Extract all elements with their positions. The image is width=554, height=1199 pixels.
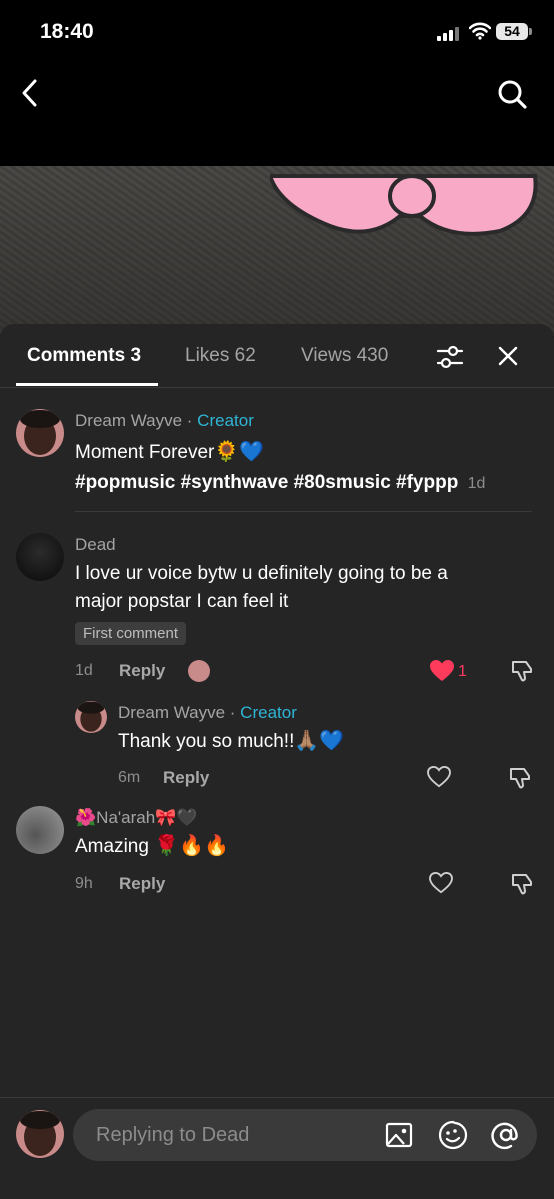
sticker-icon[interactable] [438, 1120, 468, 1150]
wifi-icon [469, 22, 491, 40]
tab-comments[interactable]: Comments 3 [27, 345, 141, 367]
emoji: 🌺 [75, 808, 97, 827]
thumbs-down-icon[interactable] [510, 872, 534, 896]
thumbs-down-icon[interactable] [508, 766, 532, 790]
emoji: 🌹🔥🔥 [154, 835, 229, 857]
comment-time: 9h [75, 875, 93, 892]
thumbs-down-icon[interactable] [510, 659, 534, 683]
image-icon[interactable] [385, 1121, 413, 1149]
author-name[interactable]: Dream Wayve [118, 703, 225, 722]
video-preview[interactable] [0, 166, 554, 336]
emoji: 🙏🏽💙 [294, 730, 345, 752]
like-count: 1 [458, 663, 467, 680]
comment-text-line: major popstar I can feel it [75, 591, 289, 612]
tab-views[interactable]: Views 430 [301, 345, 388, 367]
cellular-signal-icon [437, 27, 459, 41]
comment-text-line: I love ur voice bytw u definitely going … [75, 563, 448, 584]
comment-line: Moment Forever [75, 442, 215, 463]
creator-liked-avatar [188, 660, 210, 682]
creator-label: Creator [197, 411, 254, 430]
reply-time: 6m [118, 769, 141, 786]
at-sign-icon[interactable] [491, 1120, 521, 1150]
separator-dot: · [225, 703, 241, 722]
comment-time: 1d [75, 662, 93, 679]
reply-button[interactable]: Reply [163, 768, 209, 788]
tabs-divider [0, 387, 554, 388]
chevron-left-icon[interactable] [18, 78, 42, 108]
comment-text: Moment Forever🌻💙 [75, 438, 264, 467]
separator-dot: · [182, 411, 198, 430]
reply-text: Thank you so much!!🙏🏽💙 [118, 727, 344, 756]
my-avatar[interactable] [16, 1110, 64, 1158]
comment-author[interactable]: Dream Wayve · Creator [75, 411, 254, 431]
reply-button[interactable]: Reply [119, 661, 165, 681]
comment-author[interactable]: Dead [75, 535, 116, 555]
hashtags[interactable]: #popmusic #synthwave #80smusic #fyppp [75, 472, 458, 493]
emoji: 🌻💙 [214, 441, 265, 463]
author-name[interactable]: Dream Wayve [75, 411, 182, 430]
comment-text: Amazing 🌹🔥🔥 [75, 832, 229, 861]
avatar[interactable] [16, 409, 64, 457]
reply-button[interactable]: Reply [119, 874, 165, 894]
reply-line: Thank you so much!! [118, 731, 295, 752]
pink-bow-graphic [270, 174, 538, 236]
comment-divider [75, 511, 532, 512]
author-name[interactable]: Na'arah [96, 808, 155, 827]
close-icon[interactable] [497, 345, 519, 367]
heart-icon[interactable] [427, 766, 451, 788]
comment-time: 1d [467, 475, 486, 492]
heart-icon[interactable] [429, 659, 455, 683]
creator-label: Creator [240, 703, 297, 722]
avatar[interactable] [16, 806, 64, 854]
active-tab-indicator [16, 383, 158, 386]
reply-author[interactable]: Dream Wayve · Creator [118, 703, 297, 723]
search-icon[interactable] [496, 78, 528, 110]
sliders-icon[interactable] [436, 344, 464, 370]
tab-likes[interactable]: Likes 62 [185, 345, 256, 367]
avatar[interactable] [16, 533, 64, 581]
comment-hashtags[interactable]: #popmusic #synthwave #80smusic #fyppp 1d [75, 469, 485, 498]
battery-indicator: 54 [496, 23, 528, 40]
battery-tip [529, 28, 532, 35]
status-time: 18:40 [40, 20, 94, 43]
comment-input-placeholder[interactable]: Replying to Dead [96, 1124, 249, 1147]
first-comment-badge: First comment [75, 622, 187, 645]
heart-icon[interactable] [429, 872, 453, 894]
comment-author[interactable]: 🌺Na'arah🎀🖤 [75, 808, 198, 828]
emoji: 🎀🖤 [155, 808, 198, 827]
comment-line: Amazing [75, 836, 149, 857]
avatar[interactable] [75, 701, 107, 733]
composer-divider [0, 1097, 554, 1098]
